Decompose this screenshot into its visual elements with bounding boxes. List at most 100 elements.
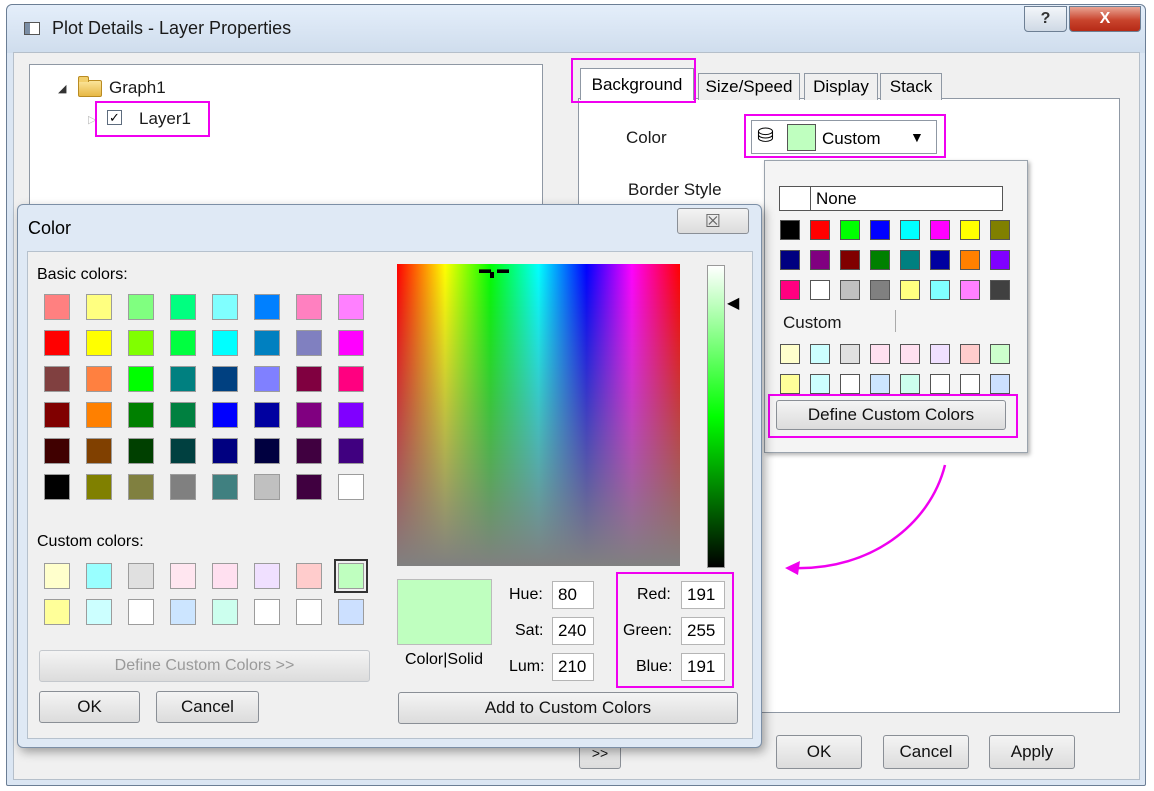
basic-color-swatch[interactable] [338,294,364,320]
basic-color-swatch[interactable] [86,294,112,320]
basic-color-swatch[interactable] [170,474,196,500]
custom-color-swatch[interactable] [338,599,364,625]
basic-color-swatch[interactable] [338,366,364,392]
basic-color-swatch[interactable] [128,294,154,320]
palette-color-swatch[interactable] [840,250,860,270]
custom-color-swatch[interactable] [296,599,322,625]
basic-color-swatch[interactable] [170,366,196,392]
basic-color-swatch[interactable] [296,474,322,500]
basic-color-swatch[interactable] [338,402,364,428]
basic-color-swatch[interactable] [86,438,112,464]
tab-display[interactable]: Display [804,73,878,100]
popup-custom-color-swatch[interactable] [810,374,830,394]
tab-size-speed[interactable]: Size/Speed [698,73,800,100]
basic-color-swatch[interactable] [296,294,322,320]
palette-color-swatch[interactable] [930,220,950,240]
basic-color-swatch[interactable] [128,438,154,464]
palette-color-swatch[interactable] [840,220,860,240]
popup-custom-color-swatch[interactable] [900,344,920,364]
tab-stack[interactable]: Stack [880,73,942,100]
palette-color-swatch[interactable] [900,280,920,300]
palette-color-swatch[interactable] [990,220,1010,240]
custom-color-swatch[interactable] [44,563,70,589]
palette-color-swatch[interactable] [780,220,800,240]
color-spectrum[interactable] [397,264,680,566]
palette-color-swatch[interactable] [960,280,980,300]
custom-color-swatch[interactable] [128,599,154,625]
basic-color-swatch[interactable] [212,330,238,356]
basic-color-swatch[interactable] [44,438,70,464]
custom-color-swatch[interactable] [128,563,154,589]
basic-color-swatch[interactable] [128,402,154,428]
dialog-close-button[interactable]: ☒ [677,208,749,234]
palette-color-swatch[interactable] [960,220,980,240]
popup-custom-color-swatch[interactable] [870,344,890,364]
palette-color-swatch[interactable] [930,280,950,300]
basic-color-swatch[interactable] [296,402,322,428]
basic-color-swatch[interactable] [296,438,322,464]
layer1-checkbox[interactable]: ✓ [107,110,122,125]
hue-input[interactable]: 80 [552,581,594,609]
sat-input[interactable]: 240 [552,617,594,645]
popup-custom-color-swatch[interactable] [780,344,800,364]
basic-color-swatch[interactable] [170,402,196,428]
basic-color-swatch[interactable] [338,474,364,500]
basic-color-swatch[interactable] [86,366,112,392]
palette-color-swatch[interactable] [780,280,800,300]
popup-custom-color-swatch[interactable] [810,344,830,364]
custom-color-swatch[interactable] [212,599,238,625]
palette-color-swatch[interactable] [870,250,890,270]
basic-color-swatch[interactable] [254,474,280,500]
add-to-custom-colors-button[interactable]: Add to Custom Colors [398,692,738,724]
custom-color-swatch[interactable] [334,559,368,593]
tree-node-layer1[interactable]: Layer1 [139,109,191,129]
basic-color-swatch[interactable] [86,330,112,356]
apply-button[interactable]: Apply [989,735,1075,769]
palette-color-swatch[interactable] [810,280,830,300]
basic-color-swatch[interactable] [212,474,238,500]
palette-color-swatch[interactable] [930,250,950,270]
basic-color-swatch[interactable] [128,366,154,392]
luminosity-bar[interactable] [707,265,725,568]
help-button[interactable]: ? [1024,6,1067,32]
basic-color-swatch[interactable] [254,438,280,464]
palette-color-swatch[interactable] [990,280,1010,300]
custom-color-swatch[interactable] [170,599,196,625]
basic-color-swatch[interactable] [254,366,280,392]
palette-color-swatch[interactable] [810,250,830,270]
luminosity-pointer-icon[interactable]: ◀ [727,293,739,313]
palette-color-swatch[interactable] [870,280,890,300]
basic-color-swatch[interactable] [254,330,280,356]
window-close-button[interactable]: X [1069,6,1141,32]
basic-color-swatch[interactable] [44,402,70,428]
lum-input[interactable]: 210 [552,653,594,681]
custom-color-swatch[interactable] [44,599,70,625]
basic-color-swatch[interactable] [254,402,280,428]
collapse-arrow-icon[interactable]: ◢ [58,82,66,95]
popup-custom-color-swatch[interactable] [840,374,860,394]
basic-color-swatch[interactable] [86,402,112,428]
custom-color-swatch[interactable] [86,599,112,625]
popup-custom-color-swatch[interactable] [870,374,890,394]
basic-color-swatch[interactable] [128,330,154,356]
custom-color-swatch[interactable] [254,563,280,589]
basic-color-swatch[interactable] [170,294,196,320]
custom-color-swatch[interactable] [254,599,280,625]
basic-color-swatch[interactable] [254,294,280,320]
basic-color-swatch[interactable] [212,294,238,320]
popup-custom-color-swatch[interactable] [960,344,980,364]
tree-node-graph1[interactable]: Graph1 [109,78,166,98]
basic-color-swatch[interactable] [170,330,196,356]
custom-color-swatch[interactable] [296,563,322,589]
basic-color-swatch[interactable] [86,474,112,500]
basic-color-swatch[interactable] [338,438,364,464]
basic-color-swatch[interactable] [296,366,322,392]
basic-color-swatch[interactable] [44,474,70,500]
basic-color-swatch[interactable] [212,438,238,464]
basic-color-swatch[interactable] [170,438,196,464]
basic-color-swatch[interactable] [338,330,364,356]
spectrum-crosshair-icon[interactable]: ▬▬ [479,262,515,276]
palette-color-swatch[interactable] [990,250,1010,270]
cancel-button[interactable]: Cancel [883,735,969,769]
basic-color-swatch[interactable] [212,402,238,428]
